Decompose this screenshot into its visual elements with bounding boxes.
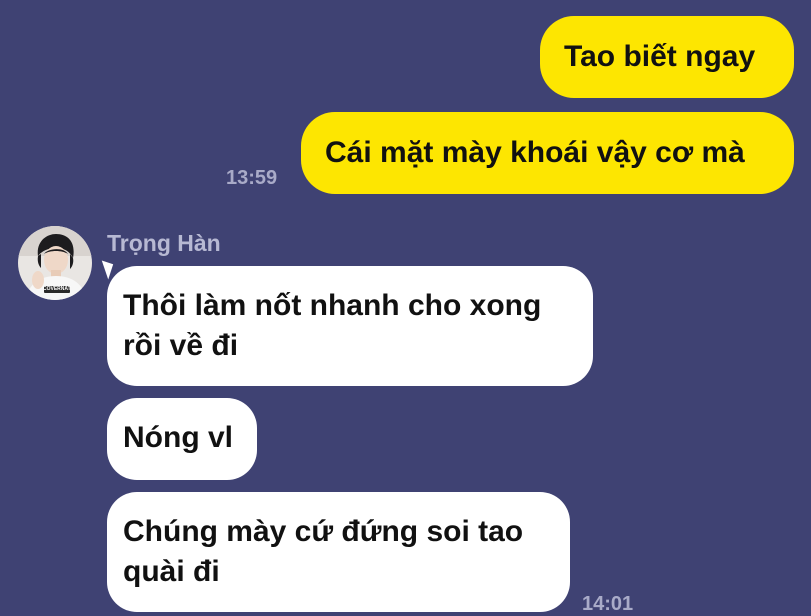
outgoing-message[interactable]: Cái mặt mày khoái vậy cơ mà	[301, 112, 794, 194]
incoming-message[interactable]: Chúng mày cứ đứng soi tao quài đi	[107, 492, 570, 612]
message-text-line: Nóng vl	[123, 421, 233, 454]
outgoing-message[interactable]: Tao biết ngay	[540, 16, 794, 98]
incoming-message[interactable]: Thôi làm nốt nhanh cho xong rồi về đi	[107, 266, 593, 386]
avatar-caption: COVERNAT	[43, 286, 71, 292]
bubble-tail	[763, 76, 775, 90]
avatar[interactable]: COVERNAT	[18, 226, 92, 300]
message-text-line: Chúng mày cứ đứng soi tao	[123, 515, 524, 548]
message-text: Cái mặt mày khoái vậy cơ mà	[325, 136, 745, 169]
incoming-message[interactable]: Nóng vl	[107, 398, 257, 480]
message-text: Tao biết ngay	[564, 40, 756, 73]
message-text-line: Thôi làm nốt nhanh cho xong	[123, 289, 542, 322]
message-text-line: quài đi	[123, 555, 220, 588]
message-text-line: rồi về đi	[123, 329, 239, 362]
sender-name: Trọng Hàn	[107, 230, 221, 256]
bubble-tail	[96, 260, 114, 280]
message-timestamp: 13:59	[226, 167, 278, 189]
message-timestamp: 14:01	[582, 593, 634, 615]
